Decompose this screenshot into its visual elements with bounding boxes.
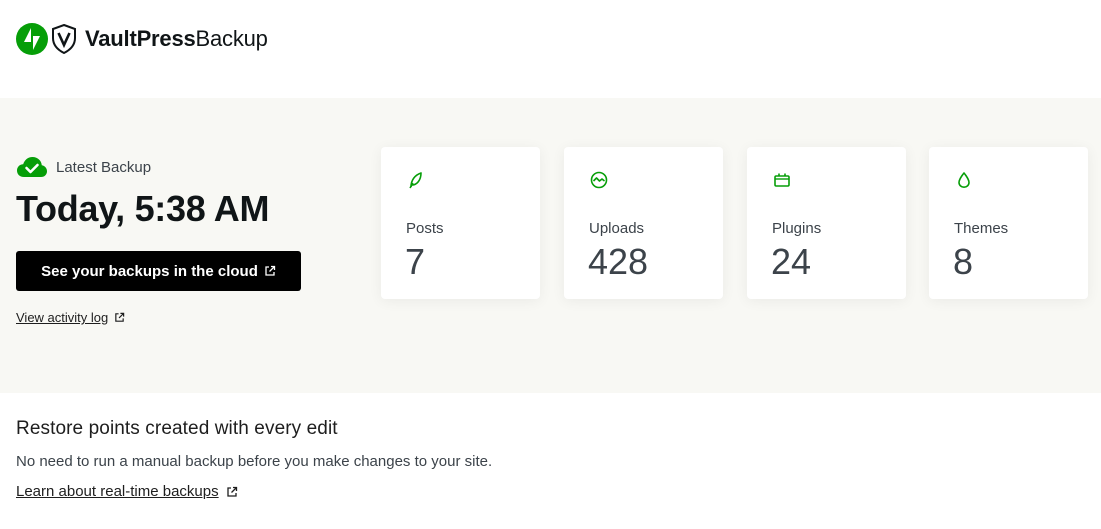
stat-value: 8	[953, 241, 974, 282]
stat-value: 24	[771, 241, 812, 282]
latest-backup-status: Latest Backup	[16, 156, 151, 178]
stat-label: Uploads	[589, 220, 645, 237]
view-activity-log-link[interactable]: View activity log	[16, 310, 125, 325]
stat-card-plugins: Plugins 24	[747, 147, 906, 299]
cloud-check-icon	[17, 157, 47, 177]
jetpack-logo-icon	[16, 23, 48, 55]
external-link-icon	[265, 265, 276, 276]
drop-icon	[958, 172, 970, 188]
stat-label: Posts	[406, 220, 444, 237]
brand-name: VaultPressBackup	[85, 26, 268, 52]
stat-label: Themes	[954, 220, 1009, 237]
cloud-button-label: See your backups in the cloud	[41, 262, 258, 280]
activity-link-label: View activity log	[16, 310, 109, 325]
header: VaultPressBackup	[0, 0, 1101, 98]
brand-bold: VaultPress	[85, 26, 196, 51]
leaf-icon	[409, 172, 422, 189]
external-link-icon	[226, 486, 237, 497]
stat-card-uploads: Uploads 428	[564, 147, 723, 299]
latest-backup-time: Today, 5:38 AM	[16, 188, 270, 229]
realtime-backup-info: Restore points created with every edit N…	[16, 418, 492, 500]
stat-card-themes: Themes 8	[929, 147, 1088, 299]
stat-card-posts: Posts 7	[381, 147, 540, 299]
stat-label: Plugins	[772, 220, 822, 237]
image-icon	[590, 171, 608, 189]
stat-value: 7	[405, 241, 426, 282]
vaultpress-shield-icon	[52, 24, 76, 54]
latest-backup-label: Latest Backup	[56, 158, 152, 176]
external-link-icon	[115, 312, 125, 322]
learn-realtime-backups-link[interactable]: Learn about real-time backups	[16, 483, 492, 500]
brand-light: Backup	[195, 26, 268, 51]
info-description: No need to run a manual backup before yo…	[16, 453, 493, 470]
see-backups-in-cloud-button[interactable]: See your backups in the cloud	[16, 251, 301, 291]
vaultpress-logo: VaultPressBackup	[16, 23, 268, 55]
info-link-label: Learn about real-time backups	[16, 483, 219, 500]
backup-summary-panel: Latest Backup Today, 5:38 AM See your ba…	[0, 98, 1101, 393]
plugin-icon	[774, 173, 790, 187]
info-title: Restore points created with every edit	[16, 418, 338, 439]
stat-value: 428	[588, 241, 649, 282]
